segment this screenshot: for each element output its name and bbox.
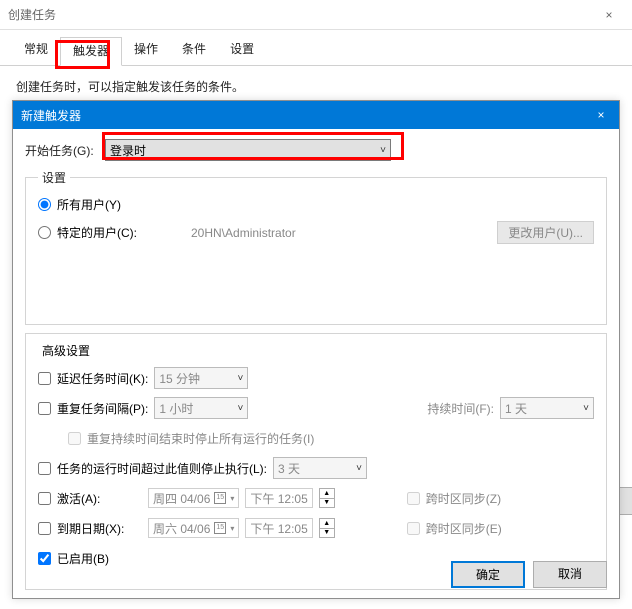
expire-time-spinner: ▲▼ (319, 518, 335, 538)
chevron-down-icon: ▾ (230, 494, 234, 503)
calendar-icon (214, 492, 226, 504)
change-user-button: 更改用户(U)... (497, 221, 594, 244)
activate-time-spinner: ▲▼ (319, 488, 335, 508)
radio-any-user[interactable]: 所有用户(Y) (38, 196, 121, 213)
ok-button[interactable]: 确定 (451, 561, 525, 588)
repeat-value: 1 小时 (159, 400, 233, 417)
delay-select: 15 分钟 ˅ (154, 367, 248, 389)
stop-after-value: 3 天 (278, 460, 352, 477)
delay-check-input[interactable] (38, 372, 51, 385)
expire-label: 到期日期(X): (57, 520, 124, 537)
activate-check[interactable]: 激活(A): (38, 490, 142, 507)
expire-date-value: 周六 04/06 (153, 520, 210, 537)
spin-down-icon: ▼ (320, 529, 334, 538)
window-title: 创建任务 (8, 6, 586, 23)
stop-after-check[interactable]: 任务的运行时间超过此值则停止执行(L): (38, 460, 267, 477)
radio-specific-user-input[interactable] (38, 226, 51, 239)
advanced-legend: 高级设置 (38, 342, 94, 359)
radio-any-user-input[interactable] (38, 198, 51, 211)
delay-check[interactable]: 延迟任务时间(K): (38, 370, 148, 387)
tab-settings[interactable]: 设置 (218, 36, 266, 65)
activate-tz-check: 跨时区同步(Z) (407, 490, 501, 507)
chevron-down-icon: ˅ (356, 463, 362, 474)
chevron-down-icon: ˅ (238, 373, 244, 384)
delay-value: 15 分钟 (159, 370, 233, 387)
delay-label: 延迟任务时间(K): (57, 370, 148, 387)
activate-date: 周四 04/06 ▾ (148, 488, 239, 508)
duration-select: 1 天 ˅ (500, 397, 594, 419)
activate-input[interactable] (38, 492, 51, 505)
radio-specific-user[interactable]: 特定的用户(C): (38, 224, 137, 241)
stop-at-end-input (68, 432, 81, 445)
enabled-label: 已启用(B) (57, 550, 109, 567)
stop-after-label: 任务的运行时间超过此值则停止执行(L): (57, 460, 267, 477)
settings-group: 设置 所有用户(Y) 特定的用户(C): 20HN\Administrator … (25, 169, 607, 325)
activate-time: 下午 12:05 (245, 488, 312, 508)
chevron-down-icon: ˅ (583, 403, 589, 414)
repeat-check[interactable]: 重复任务间隔(P): (38, 400, 148, 417)
specific-user-value: 20HN\Administrator (191, 226, 296, 240)
highlight-tab (55, 40, 110, 69)
activate-time-value: 下午 12:05 (250, 490, 307, 507)
activate-date-value: 周四 04/06 (153, 490, 210, 507)
activate-label: 激活(A): (57, 490, 100, 507)
dialog-title: 新建触发器 (21, 107, 591, 124)
stop-at-end-check: 重复持续时间结束时停止所有运行的任务(I) (68, 430, 314, 447)
window-close-button[interactable]: × (586, 0, 632, 30)
duration-label: 持续时间(F): (427, 400, 494, 417)
expire-date: 周六 04/06 ▾ (148, 518, 239, 538)
expire-tz-input (407, 522, 420, 535)
expire-check[interactable]: 到期日期(X): (38, 520, 142, 537)
repeat-check-input[interactable] (38, 402, 51, 415)
stop-at-end-label: 重复持续时间结束时停止所有运行的任务(I) (87, 430, 314, 447)
stop-after-select: 3 天 ˅ (273, 457, 367, 479)
new-trigger-dialog: 新建触发器 × 开始任务(G): 登录时 ˅ 设置 所有用户(Y) 特定的用户(… (12, 100, 620, 599)
chevron-down-icon: ˅ (238, 403, 244, 414)
expire-tz-label: 跨时区同步(E) (426, 520, 502, 537)
spin-up-icon: ▲ (320, 519, 334, 529)
activate-tz-input (407, 492, 420, 505)
radio-any-user-label: 所有用户(Y) (57, 196, 121, 213)
begin-task-label: 开始任务(G): (25, 142, 105, 159)
tab-actions[interactable]: 操作 (122, 36, 170, 65)
radio-specific-user-label: 特定的用户(C): (57, 224, 137, 241)
settings-legend: 设置 (38, 169, 70, 186)
expire-time-value: 下午 12:05 (250, 520, 307, 537)
enabled-input[interactable] (38, 552, 51, 565)
expire-tz-check: 跨时区同步(E) (407, 520, 502, 537)
duration-value: 1 天 (505, 400, 579, 417)
advanced-group: 高级设置 延迟任务时间(K): 15 分钟˅ 重复任务间隔(P): 1 小时˅ … (25, 333, 607, 590)
intro-text: 创建任务时，可以指定触发该任务的条件。 (16, 78, 618, 95)
calendar-icon (214, 522, 226, 534)
expire-time: 下午 12:05 (245, 518, 312, 538)
repeat-select: 1 小时 ˅ (154, 397, 248, 419)
expire-input[interactable] (38, 522, 51, 535)
highlight-combo (102, 132, 404, 160)
dialog-close-button[interactable]: × (591, 108, 611, 122)
activate-tz-label: 跨时区同步(Z) (426, 490, 501, 507)
repeat-label: 重复任务间隔(P): (57, 400, 148, 417)
enabled-check[interactable]: 已启用(B) (38, 550, 109, 567)
chevron-down-icon: ▾ (230, 524, 234, 533)
stop-after-input[interactable] (38, 462, 51, 475)
tab-general[interactable]: 常规 (12, 36, 60, 65)
tab-conditions[interactable]: 条件 (170, 36, 218, 65)
spin-up-icon: ▲ (320, 489, 334, 499)
spin-down-icon: ▼ (320, 499, 334, 508)
cancel-button[interactable]: 取消 (533, 561, 607, 588)
